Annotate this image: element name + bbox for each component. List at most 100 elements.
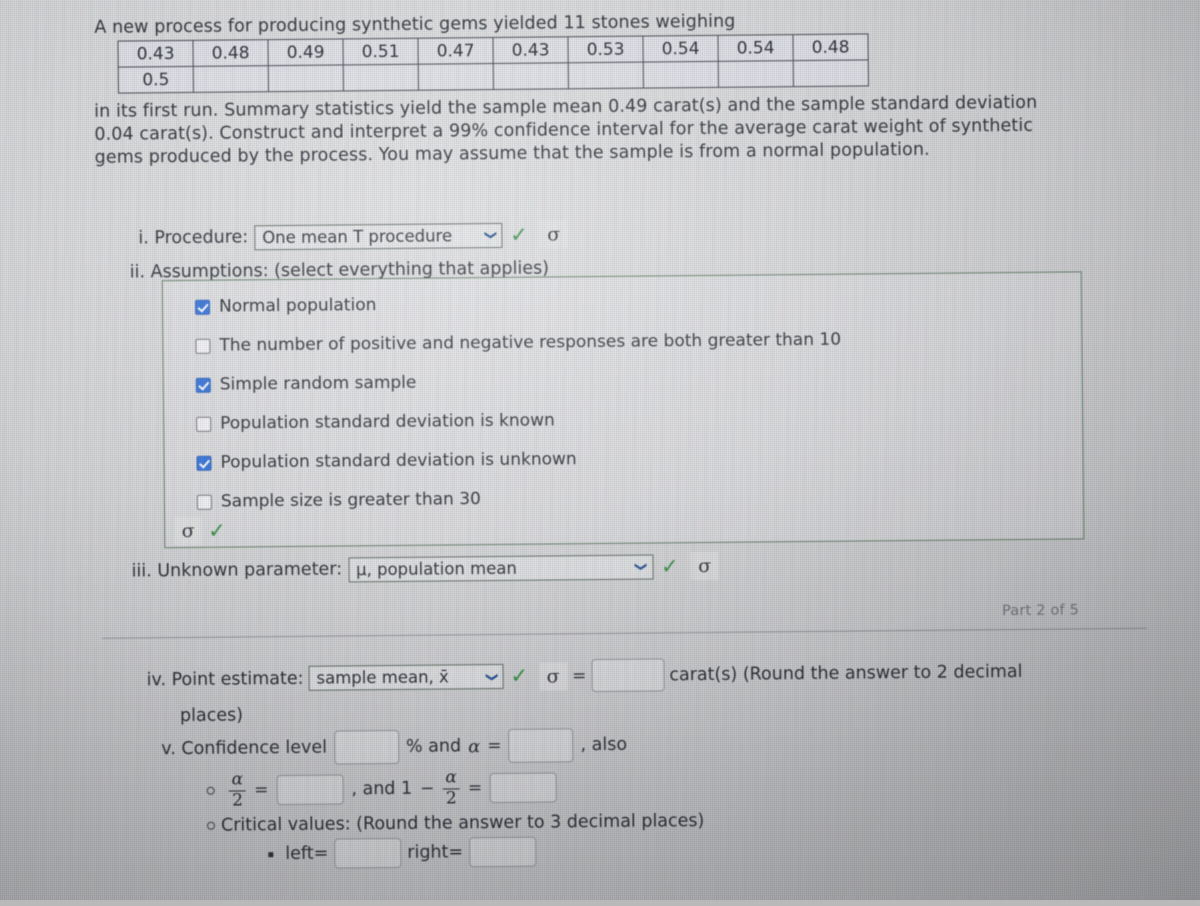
alpha-half-row: α 2 = , and 1 − α 2 = [206, 767, 558, 811]
alpha-input[interactable] [508, 728, 574, 763]
right-critical-input[interactable] [468, 836, 537, 868]
assumption-option-0[interactable]: Normal population [194, 288, 1081, 317]
sigma-icon[interactable]: σ [539, 220, 568, 249]
table-cell: 0.47 [417, 37, 494, 65]
left-critical-input[interactable] [334, 837, 402, 869]
check-icon: ✓ [510, 222, 528, 247]
percent-and-text: % and [405, 736, 462, 757]
assumption-label: Population standard deviation is unknown [220, 449, 577, 473]
left-critical-label: left= [285, 843, 329, 865]
minus-sign: − [420, 778, 435, 799]
point-estimate-row: iv. Point estimate: sample mean, x̄ ❯ ✓ … [146, 655, 1023, 696]
checkbox-positive-negative-responses[interactable] [195, 338, 211, 354]
worksheet-content: A new process for producing synthetic ge… [0, 0, 1200, 906]
alpha-over-two-fraction-2: α 2 [442, 767, 460, 809]
assumption-label: Simple random sample [219, 372, 417, 395]
chevron-down-icon: ❯ [485, 671, 500, 682]
alpha-half-input[interactable] [276, 774, 344, 806]
table-cell: 0.51 [342, 38, 419, 65]
table-cell [568, 62, 644, 89]
point-estimate-select[interactable]: sample mean, x̄ ❯ [308, 663, 504, 691]
procedure-label: i. Procedure: [138, 227, 249, 249]
and-one-text: , and 1 [351, 779, 413, 800]
right-critical-label: right= [407, 842, 464, 863]
also-text: , also [580, 734, 628, 756]
table-cell: 0.5 [118, 66, 194, 94]
table-cell: 0.43 [117, 40, 194, 68]
fraction-denominator: 2 [232, 790, 244, 811]
table-cell: 0.48 [192, 39, 269, 67]
equals-sign: = [254, 780, 269, 801]
chevron-down-icon: ❯ [484, 229, 499, 241]
point-estimate-label: iv. Point estimate: [146, 668, 304, 690]
equals-sign: = [487, 735, 502, 757]
sigma-icon[interactable]: σ [174, 516, 203, 546]
bullet-icon [206, 821, 216, 830]
table-cell [418, 63, 494, 91]
table-cell: 0.48 [792, 33, 869, 61]
assumption-option-3[interactable]: Population standard deviation is known [196, 405, 1082, 434]
table-cell: 0.54 [717, 34, 794, 62]
chevron-down-icon: ❯ [634, 561, 650, 572]
table-cell [493, 62, 569, 90]
table-cell: 0.53 [567, 36, 644, 63]
point-estimate-input[interactable] [591, 658, 665, 693]
unknown-parameter-row: iii. Unknown parameter: μ, population me… [131, 551, 719, 586]
assumption-label: Sample size is greater than 30 [220, 489, 481, 512]
table-cell [793, 59, 869, 87]
table-cell [718, 60, 794, 88]
equals-sign: = [572, 665, 587, 686]
critical-values-label: Critical values: (Round the answer to 3 … [220, 811, 705, 836]
unknown-parameter-select-value: μ, population mean [355, 558, 517, 579]
unknown-parameter-select[interactable]: μ, population mean ❯ [347, 553, 654, 582]
bullet-square-icon [268, 851, 274, 857]
fraction-denominator: 2 [445, 788, 457, 809]
critical-values-row: Critical values: (Round the answer to 3 … [206, 811, 705, 836]
check-icon: ✓ [660, 553, 679, 578]
alpha-symbol: α [467, 735, 481, 757]
assumption-option-1[interactable]: The number of positive and negative resp… [195, 327, 1081, 356]
fraction-numerator: α [231, 769, 244, 790]
checkbox-pop-sd-unknown[interactable] [196, 455, 212, 471]
gem-weights-table: 0.43 0.48 0.49 0.51 0.47 0.43 0.53 0.54 … [117, 33, 869, 94]
sigma-icon[interactable]: σ [690, 551, 719, 581]
sigma-icon[interactable]: σ [538, 661, 568, 691]
table-cell [193, 65, 269, 93]
alpha-over-two-fraction: α 2 [228, 769, 247, 811]
equals-sign: = [467, 778, 483, 799]
checkbox-simple-random-sample[interactable] [195, 377, 211, 393]
assumption-option-2[interactable]: Simple random sample [195, 366, 1082, 395]
assumption-label: Normal population [218, 295, 377, 317]
table-cell: 0.54 [642, 35, 719, 63]
check-icon: ✓ [208, 518, 226, 543]
assumption-label: The number of positive and negative resp… [219, 329, 842, 356]
point-estimate-select-value: sample mean, x̄ [316, 667, 449, 688]
table-cell [643, 61, 719, 89]
part-counter: Part 2 of 5 [1001, 602, 1080, 620]
check-icon: ✓ [510, 663, 529, 688]
unknown-parameter-label: iii. Unknown parameter: [131, 559, 343, 582]
procedure-row: i. Procedure: One mean T procedure ❯ ✓ σ [138, 220, 568, 252]
assumption-option-5[interactable]: Sample size is greater than 30 [196, 483, 1083, 512]
procedure-select[interactable]: One mean T procedure ❯ [254, 222, 503, 250]
confidence-level-label: v. Confidence level [161, 737, 328, 760]
point-estimate-hint: carat(s) (Round the answer to 2 decimal [669, 661, 1023, 685]
point-estimate-hint-cont: places) [179, 705, 244, 727]
checkbox-normal-population[interactable] [194, 299, 211, 315]
confidence-level-row: v. Confidence level % and α = , also [161, 728, 627, 766]
critical-values-inputs-row: left= right= [268, 836, 537, 870]
bullet-icon [206, 786, 215, 796]
table-cell [268, 64, 344, 92]
checkbox-pop-sd-known[interactable] [196, 416, 212, 432]
checkbox-sample-size-gt-30[interactable] [196, 494, 212, 510]
assumption-option-4[interactable]: Population standard deviation is unknown [196, 444, 1082, 473]
assumption-label: Population standard deviation is known [220, 410, 555, 434]
section-divider [102, 627, 1148, 639]
problem-body: in its first run. Summary statistics yie… [94, 92, 1038, 169]
fraction-numerator: α [445, 767, 457, 788]
assumptions-feedback: σ ✓ [168, 516, 226, 546]
table-cell: 0.49 [267, 38, 344, 66]
assumptions-box: Normal population The number of positive… [161, 271, 1085, 549]
one-minus-alpha-half-input[interactable] [489, 772, 558, 804]
confidence-level-input[interactable] [333, 729, 400, 765]
